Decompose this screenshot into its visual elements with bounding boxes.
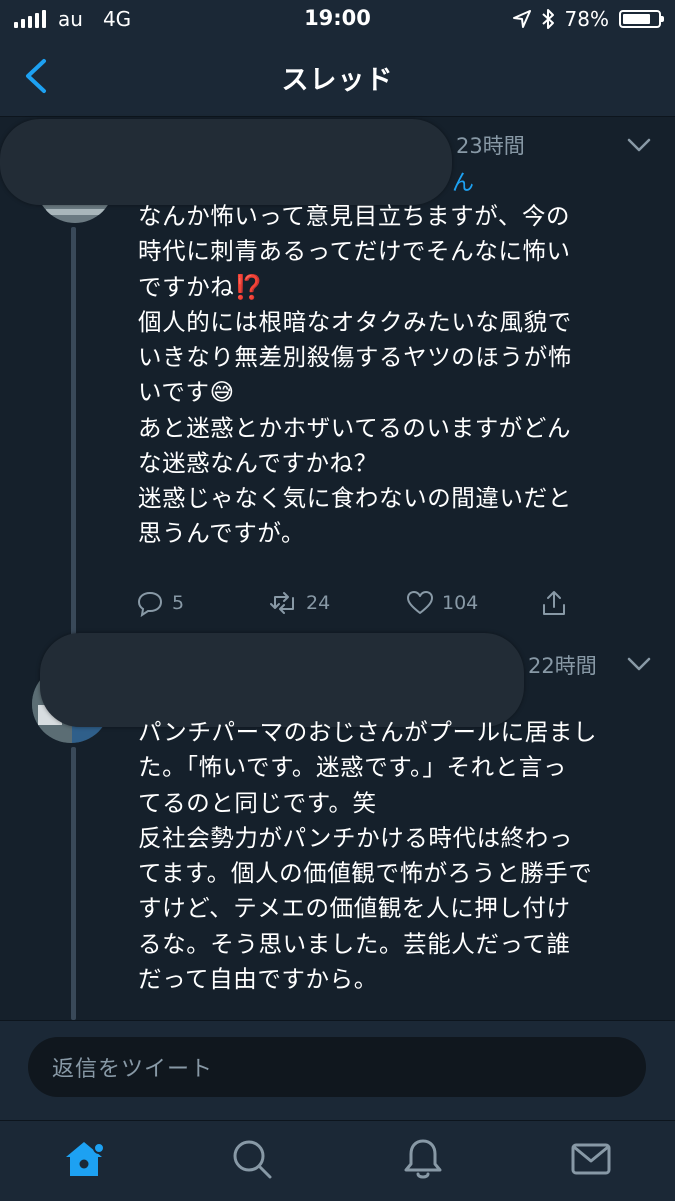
like-button[interactable]: 104 [406,589,478,617]
reply-icon [137,591,163,617]
chevron-down-icon[interactable] [626,137,652,153]
reply-count: 5 [172,592,185,614]
messages-icon[interactable] [569,1137,613,1181]
bluetooth-icon [541,9,554,29]
reply-input[interactable]: 返信をツイート [28,1037,646,1097]
status-bar: au 4G 19:00 78% [0,0,675,38]
redacted-user-name [40,633,524,727]
thread-line [71,227,76,642]
redacted-user-name [0,119,452,205]
reply-button[interactable]: 5 [136,589,184,617]
retweet-icon [270,592,294,614]
reply-bar: 返信をツイート [0,1020,675,1121]
share-button[interactable] [540,589,568,617]
retweet-button[interactable]: 24 [270,589,330,617]
nav-bar: スレッド [0,38,675,117]
timestamp: 23時間 [456,134,525,158]
tweet-text: パンチパーマのおじさんがプールに居まし た。「怖いです。迷惑です。」それと言っ … [138,718,598,993]
timestamp: 22時間 [528,654,597,678]
battery-percent: 78% [564,7,609,31]
search-icon[interactable] [230,1137,274,1181]
heart-icon [407,591,433,614]
chevron-down-icon[interactable] [626,656,652,672]
tab-bar [0,1120,675,1201]
tweet-text: なんか怖いって意見目立ちますが、今の 時代に刺青あるってだけでそんなに怖い です… [138,202,572,548]
like-count: 104 [442,592,479,614]
location-icon [512,10,531,28]
retweet-count: 24 [306,592,331,614]
battery-icon [619,10,664,28]
notifications-icon[interactable] [401,1137,445,1181]
tweet-actions: 5 24 104 [136,589,576,625]
thread-line [71,747,76,1020]
page-title: スレッド [281,65,394,96]
tweet[interactable]: ん 23時間 なんか怖いって意見目立ちますが、今の 時代に刺青あるってだけでそん… [0,117,675,642]
tweet[interactable]: 22時間 パンチパーマのおじさんがプールに居まし た。「怖いです。迷惑です。」そ… [0,633,675,1020]
home-icon[interactable] [62,1137,106,1181]
share-icon [543,591,565,615]
user-handle[interactable]: ん [452,165,474,197]
